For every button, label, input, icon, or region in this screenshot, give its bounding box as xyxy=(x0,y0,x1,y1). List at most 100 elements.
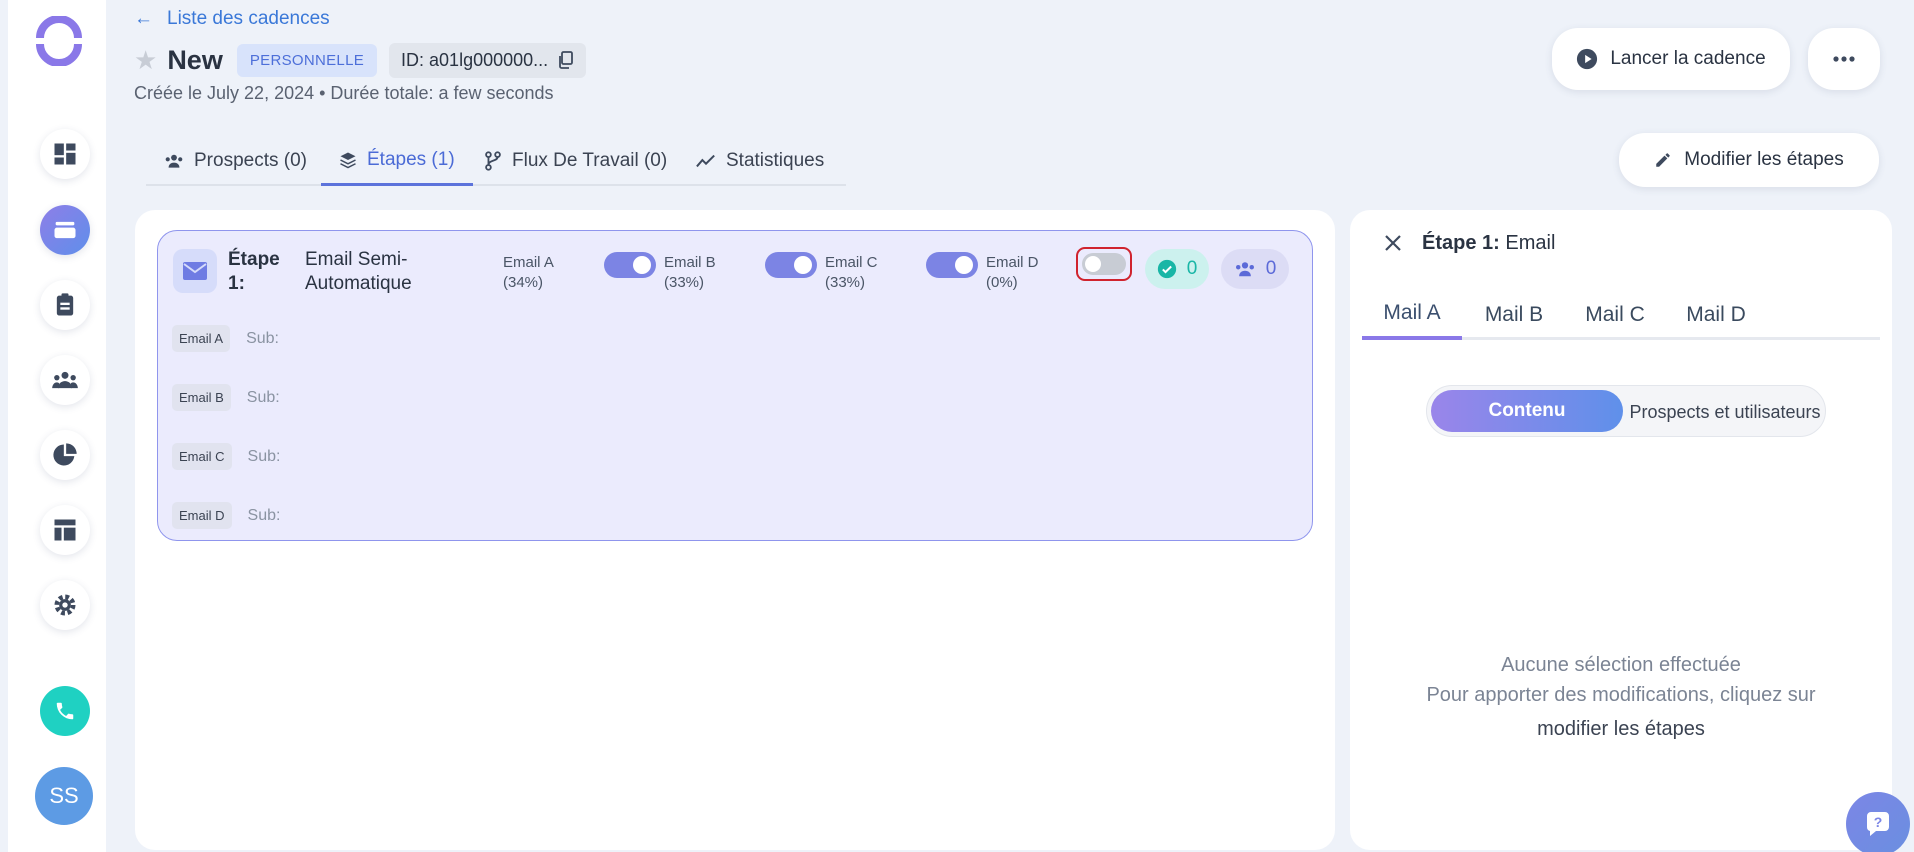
variant-d-name: Email D xyxy=(986,254,1039,271)
phone-icon xyxy=(56,702,74,720)
gear-icon xyxy=(54,594,76,616)
help-button[interactable]: ? xyxy=(1846,792,1910,852)
edit-steps-label: Modifier les étapes xyxy=(1684,149,1844,170)
nav-templates-button[interactable] xyxy=(40,505,90,555)
segment-prospects-users[interactable]: Prospects et utilisateurs xyxy=(1627,388,1823,436)
play-circle-icon xyxy=(1577,48,1598,70)
layout-icon xyxy=(54,519,76,541)
inbox-stack-icon xyxy=(54,221,76,239)
step-card[interactable]: Étape 1: Email Semi-Automatique Email A … xyxy=(157,230,1313,541)
svg-text:?: ? xyxy=(1874,814,1883,830)
mail-icon xyxy=(173,249,217,293)
nav-people-button[interactable] xyxy=(40,355,90,405)
people-icon xyxy=(52,371,78,389)
variant-a-label: Email A (34%) xyxy=(503,253,554,293)
segment-content[interactable]: Contenu xyxy=(1431,390,1623,432)
email-b-chip: Email B xyxy=(172,384,231,411)
launch-cadence-label: Lancer la cadence xyxy=(1610,48,1766,69)
back-link-label: Liste des cadences xyxy=(167,8,330,29)
email-b-subject: Sub: xyxy=(246,388,280,406)
title-row: ★ New PERSONNELLE ID: a01lg000000... xyxy=(134,42,587,78)
close-icon[interactable] xyxy=(1384,234,1402,252)
variant-b-name: Email B xyxy=(664,254,716,271)
nav-settings-button[interactable] xyxy=(40,580,90,630)
more-options-button[interactable] xyxy=(1808,28,1880,90)
step-detail-title-bold: Étape 1: xyxy=(1422,232,1500,254)
tab-mail-b[interactable]: Mail B xyxy=(1464,290,1564,340)
user-avatar[interactable]: SS xyxy=(35,767,93,825)
variant-d-label: Email D (0%) xyxy=(986,253,1039,293)
check-circle-icon xyxy=(1157,259,1176,279)
variant-d-toggle[interactable] xyxy=(926,252,978,278)
variant-a-name: Email A xyxy=(503,254,554,271)
email-c-row[interactable]: Email C Sub: xyxy=(172,443,280,470)
created-info: Créée le July 22, 2024 • Durée totale: a… xyxy=(134,83,554,103)
variant-a-pct: (34%) xyxy=(503,274,544,291)
tab-steps-label: Étapes (1) xyxy=(367,148,455,170)
arrow-left-icon: ← xyxy=(134,8,153,29)
star-icon[interactable]: ★ xyxy=(134,45,157,76)
id-label: ID: a01lg000000... xyxy=(401,49,549,70)
pencil-icon xyxy=(1656,153,1671,167)
step-type-label: Email Semi-Automatique xyxy=(305,249,412,294)
email-a-row[interactable]: Email A Sub: xyxy=(172,325,279,352)
completed-count-badge: 0 xyxy=(1145,249,1209,289)
help-icon: ? xyxy=(1866,812,1889,836)
edit-steps-button[interactable]: Modifier les étapes xyxy=(1619,133,1879,187)
tab-steps[interactable]: Étapes (1) xyxy=(321,136,473,186)
variant-d-pct: (0%) xyxy=(986,274,1018,291)
phone-button[interactable] xyxy=(40,686,90,736)
cadence-tabs: Prospects (0) Étapes (1) Flux De Travail… xyxy=(146,136,846,186)
copy-icon[interactable] xyxy=(558,51,574,69)
empty-state: Aucune sélection effectuée Pour apporter… xyxy=(1350,650,1892,744)
empty-state-line1: Aucune sélection effectuée xyxy=(1501,654,1741,676)
tab-workflows[interactable]: Flux De Travail (0) xyxy=(484,136,667,186)
tab-statistics[interactable]: Statistiques xyxy=(696,136,824,186)
content-segment-control: Contenu Prospects et utilisateurs xyxy=(1426,385,1826,437)
variant-b-pct: (33%) xyxy=(664,274,705,291)
tab-prospects[interactable]: Prospects (0) xyxy=(164,136,307,186)
pie-chart-icon xyxy=(53,443,77,466)
workflow-icon xyxy=(485,151,501,171)
email-a-subject: Sub: xyxy=(246,329,279,347)
nav-reports-button[interactable] xyxy=(40,430,90,480)
users-icon xyxy=(165,154,183,168)
people-count-badge: 0 xyxy=(1221,249,1289,289)
email-b-row[interactable]: Email B Sub: xyxy=(172,384,280,411)
sidebar: SS xyxy=(8,0,106,852)
step-enable-toggle[interactable] xyxy=(1076,247,1132,281)
email-a-chip: Email A xyxy=(172,325,231,352)
tab-prospects-label: Prospects (0) xyxy=(194,150,307,171)
people-count: 0 xyxy=(1265,258,1277,279)
tab-workflows-label: Flux De Travail (0) xyxy=(512,150,668,171)
nav-dashboard-button[interactable] xyxy=(40,129,90,179)
tab-mail-d[interactable]: Mail D xyxy=(1666,290,1766,340)
back-to-cadences-link[interactable]: ← Liste des cadences xyxy=(134,8,330,30)
visibility-badge: PERSONNELLE xyxy=(236,43,378,77)
nav-tasks-button[interactable] xyxy=(40,280,90,330)
layers-icon xyxy=(340,152,356,168)
email-c-chip: Email C xyxy=(172,443,232,470)
clipboard-icon xyxy=(56,293,74,316)
variant-b-label: Email B (33%) xyxy=(664,253,716,293)
app-logo-icon[interactable] xyxy=(34,16,84,66)
tab-mail-c[interactable]: Mail C xyxy=(1565,290,1665,340)
variant-c-label: Email C (33%) xyxy=(825,253,878,293)
chart-line-icon xyxy=(696,154,715,168)
step-number-label: Étape 1: xyxy=(228,249,280,294)
tab-statistics-label: Statistiques xyxy=(726,150,825,171)
mail-tabs: Mail A Mail B Mail C Mail D xyxy=(1362,290,1880,340)
variant-c-toggle[interactable] xyxy=(765,252,817,278)
step-detail-title-rest: Email xyxy=(1505,232,1556,254)
tab-mail-a[interactable]: Mail A xyxy=(1362,290,1462,340)
variant-b-toggle[interactable] xyxy=(604,252,656,278)
variant-c-pct: (33%) xyxy=(825,274,866,291)
edit-steps-link[interactable]: modifier les étapes xyxy=(1350,714,1892,744)
email-d-row[interactable]: Email D Sub: xyxy=(172,502,280,529)
launch-cadence-button[interactable]: Lancer la cadence xyxy=(1552,28,1790,90)
step-detail-title: Étape 1: Email xyxy=(1422,232,1555,255)
page-title: New xyxy=(167,44,223,75)
dashboard-icon xyxy=(54,143,76,165)
nav-cadences-button[interactable] xyxy=(40,205,90,255)
people-icon xyxy=(1235,262,1254,277)
